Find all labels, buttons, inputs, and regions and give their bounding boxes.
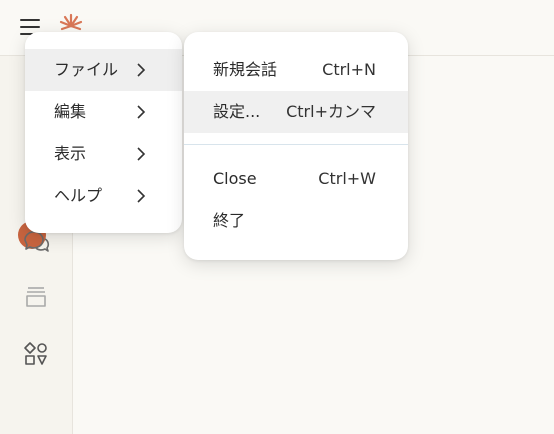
menu-item-file[interactable]: ファイル bbox=[25, 49, 182, 91]
shortcut-label: Ctrl+W bbox=[318, 169, 376, 188]
menu-item-edit[interactable]: 編集 bbox=[25, 91, 182, 133]
menu-item-label: 設定... bbox=[213, 102, 261, 121]
menu-item-help[interactable]: ヘルプ bbox=[25, 175, 182, 217]
shortcut-label: Ctrl+N bbox=[322, 60, 376, 79]
menu-item-settings[interactable]: 設定... Ctrl+カンマ bbox=[184, 91, 408, 133]
menu-item-close[interactable]: Close Ctrl+W bbox=[184, 158, 408, 200]
menu-item-label: ヘルプ bbox=[54, 186, 103, 205]
shortcut-label: Ctrl+カンマ bbox=[286, 102, 376, 121]
menu-separator bbox=[184, 144, 408, 145]
menu-item-label: Close bbox=[213, 169, 257, 188]
menu-item-label: ファイル bbox=[54, 60, 119, 79]
chevron-right-icon bbox=[137, 189, 146, 203]
app-window: ファイル 編集 表示 ヘルプ 新規会話 Ctrl+N 設定... Ctrl+カン… bbox=[0, 0, 554, 434]
menu-item-label: 編集 bbox=[54, 102, 87, 121]
menu-item-view[interactable]: 表示 bbox=[25, 133, 182, 175]
menu-item-label: 表示 bbox=[54, 144, 87, 163]
shapes-icon[interactable] bbox=[22, 340, 50, 368]
archive-box-icon[interactable] bbox=[22, 282, 50, 310]
menu-item-label: 新規会話 bbox=[213, 60, 278, 79]
chevron-right-icon bbox=[137, 147, 146, 161]
menu-item-label: 終了 bbox=[213, 211, 246, 230]
menu-item-quit[interactable]: 終了 bbox=[184, 200, 408, 242]
chevron-right-icon bbox=[137, 63, 146, 77]
menu-item-new-chat[interactable]: 新規会話 Ctrl+N bbox=[184, 49, 408, 91]
chevron-right-icon bbox=[137, 105, 146, 119]
main-menu: ファイル 編集 表示 ヘルプ bbox=[25, 32, 182, 233]
file-submenu: 新規会話 Ctrl+N 設定... Ctrl+カンマ Close Ctrl+W … bbox=[184, 32, 408, 260]
